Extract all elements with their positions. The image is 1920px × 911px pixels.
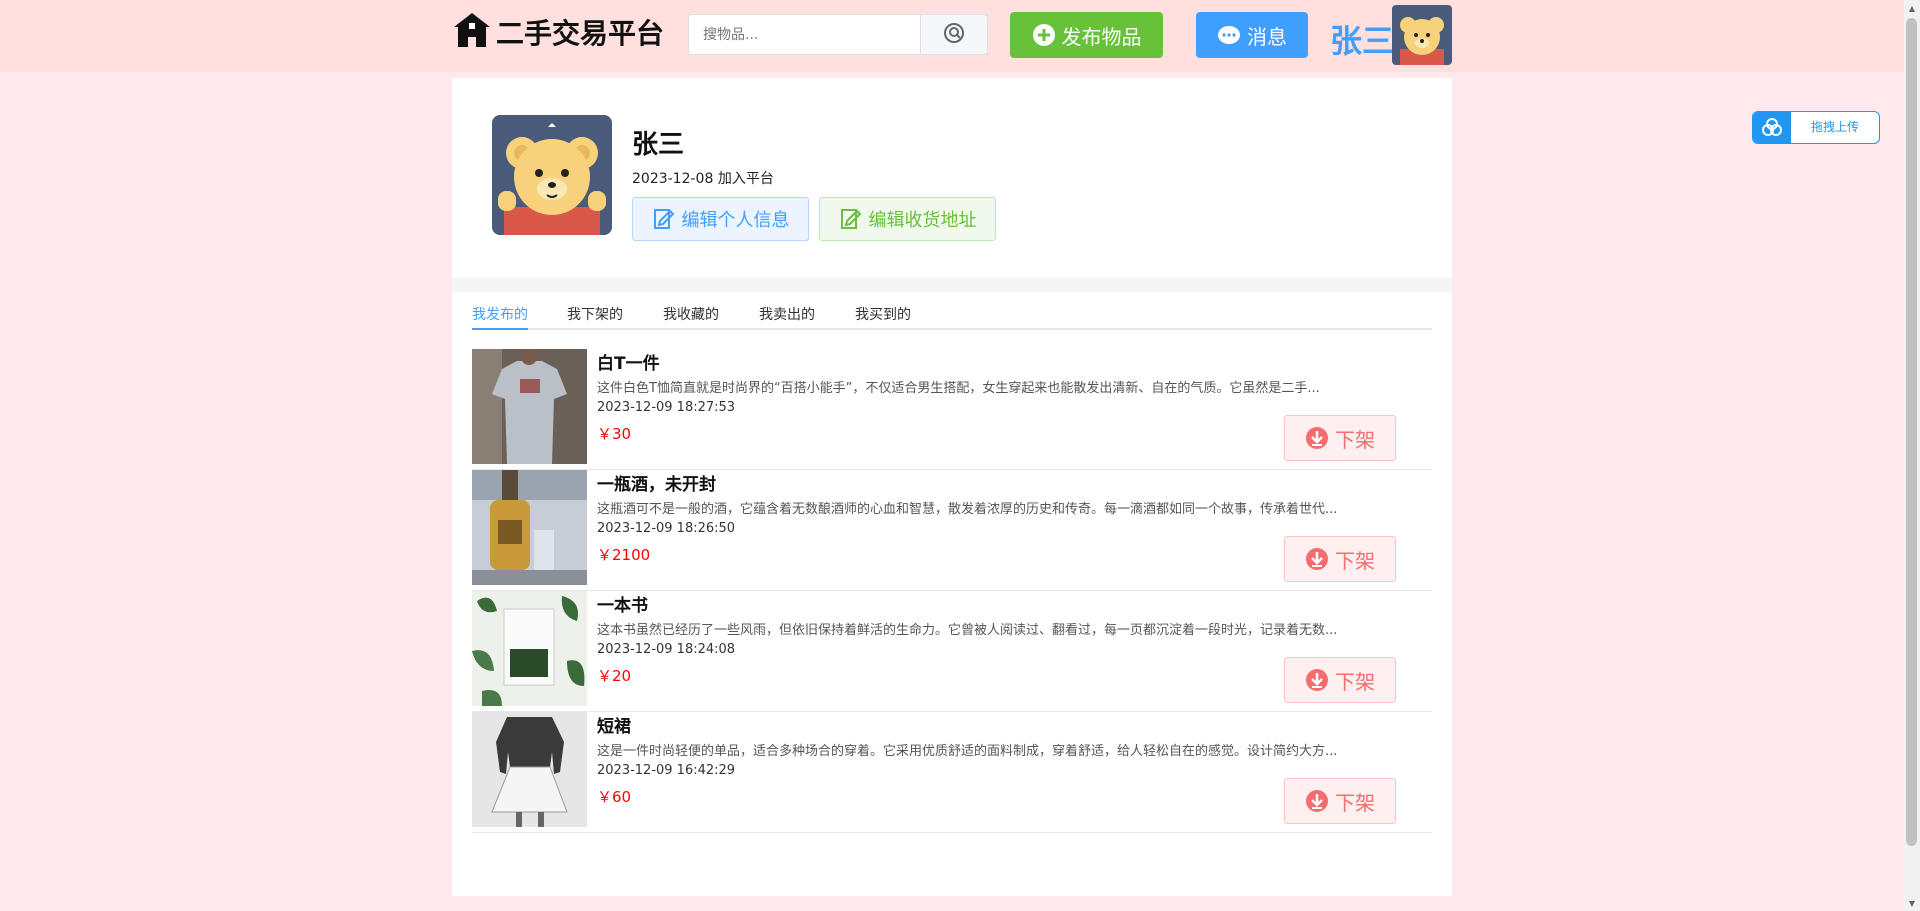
offshelf-button[interactable]: 下架 (1284, 536, 1396, 582)
item-image[interactable] (472, 712, 587, 827)
edit-profile-button[interactable]: 编辑个人信息 (632, 197, 809, 241)
profile-name: 张三 (632, 130, 685, 160)
publish-item-button[interactable]: 发布物品 (1010, 12, 1163, 58)
item-description: 这本书虽然已经历了一些风雨，但依旧保持着鲜活的生命力。它曾被人阅读过、翻看过，每… (597, 623, 1338, 638)
download-arrow-icon (1305, 426, 1329, 450)
item-time: 2023-12-09 18:27:53 (597, 400, 736, 415)
item-title[interactable]: 一瓶酒，未开封 (597, 470, 716, 495)
chat-icon (1217, 24, 1241, 46)
list-item[interactable]: 白T一件 这件白色T恤简直就是时尚界的“百搭小能手”，不仅适合男生搭配，女生穿起… (472, 349, 1432, 470)
search-icon (942, 21, 966, 49)
profile-section: 张三 2023-12-08 加入平台 编辑个人信息 编辑收货地址 (452, 78, 1452, 278)
offshelf-label: 下架 (1335, 548, 1375, 573)
join-date: 2023-12-08 加入平台 (632, 168, 774, 188)
edit-address-button[interactable]: 编辑收货地址 (819, 197, 996, 241)
edit-profile-label: 编辑个人信息 (681, 210, 790, 231)
item-title[interactable]: 短裙 (597, 712, 631, 737)
item-description: 这瓶酒可不是一般的酒，它蕴含着无数酿酒师的心血和智慧，散发着浓厚的历史和传奇。每… (597, 502, 1338, 517)
upload-label: 拖拽上传 (1810, 120, 1859, 134)
edit-address-label: 编辑收货地址 (868, 210, 977, 231)
download-arrow-icon (1305, 668, 1329, 692)
main-content: 张三 2023-12-08 加入平台 编辑个人信息 编辑收货地址 我发布的 我下… (452, 78, 1452, 896)
item-price: ￥30 (597, 425, 632, 443)
tab-favorites[interactable]: 我收藏的 (663, 304, 719, 324)
item-description: 这是一件时尚轻便的单品，适合多种场合的穿着。它采用优质舒适的面料制成，穿着舒适，… (597, 744, 1338, 759)
edit-document-icon (652, 207, 676, 231)
offshelf-button[interactable]: 下架 (1284, 415, 1396, 461)
download-arrow-icon (1305, 789, 1329, 813)
top-header: 二手交易平台 发布物品 消息 张三 (0, 0, 1904, 72)
header-avatar[interactable] (1392, 5, 1452, 65)
offshelf-label: 下架 (1335, 427, 1375, 452)
offshelf-label: 下架 (1335, 790, 1375, 815)
offshelf-label: 下架 (1335, 669, 1375, 694)
tab-offshelf[interactable]: 我下架的 (567, 304, 623, 324)
header-username[interactable]: 张三 (1330, 16, 1394, 62)
search-button[interactable] (920, 14, 988, 55)
scrollbar-thumb[interactable] (1906, 18, 1917, 846)
logo-text: 二手交易平台 (496, 17, 665, 50)
list-item[interactable]: 一本书 这本书虽然已经历了一些风雨，但依旧保持着鲜活的生命力。它曾被人阅读过、翻… (472, 591, 1432, 712)
item-time: 2023-12-09 18:24:08 (597, 642, 736, 657)
tab-sold[interactable]: 我卖出的 (759, 304, 815, 324)
tab-bought[interactable]: 我买到的 (855, 304, 911, 324)
item-price: ￥60 (597, 788, 632, 806)
offshelf-button[interactable]: 下架 (1284, 778, 1396, 824)
publish-label: 发布物品 (1061, 24, 1142, 49)
edit-document-icon (839, 207, 863, 231)
drag-upload-widget[interactable]: 拖拽上传 (1752, 111, 1880, 144)
item-price: ￥20 (597, 667, 632, 685)
tab-bar: 我发布的 我下架的 我收藏的 我卖出的 我买到的 (472, 292, 1432, 330)
active-tab-indicator (472, 328, 528, 330)
site-logo[interactable]: 二手交易平台 (452, 12, 664, 52)
item-time: 2023-12-09 16:42:29 (597, 763, 736, 778)
cloud-upload-icon (1753, 112, 1791, 143)
plus-circle-icon (1032, 23, 1056, 47)
item-image[interactable] (472, 470, 587, 585)
item-image[interactable] (472, 591, 587, 706)
section-divider (452, 278, 1452, 292)
list-item[interactable]: 一瓶酒，未开封 这瓶酒可不是一般的酒，它蕴含着无数酿酒师的心血和智慧，散发着浓厚… (472, 470, 1432, 591)
messages-label: 消息 (1247, 24, 1287, 49)
scroll-up-arrow-icon[interactable]: ▲ (1904, 0, 1920, 16)
offshelf-button[interactable]: 下架 (1284, 657, 1396, 703)
scroll-down-arrow-icon[interactable]: ▼ (1904, 895, 1920, 911)
item-title[interactable]: 一本书 (597, 591, 648, 616)
item-image[interactable] (472, 349, 587, 464)
download-arrow-icon (1305, 547, 1329, 571)
join-date-value: 2023-12-08 (632, 171, 714, 187)
item-title[interactable]: 白T一件 (597, 349, 660, 374)
profile-avatar[interactable] (492, 115, 612, 235)
house-icon (452, 11, 492, 53)
messages-button[interactable]: 消息 (1196, 12, 1308, 58)
item-time: 2023-12-09 18:26:50 (597, 521, 736, 536)
item-price: ￥2100 (597, 546, 651, 564)
item-description: 这件白色T恤简直就是时尚界的“百搭小能手”，不仅适合男生搭配，女生穿起来也能散发… (597, 381, 1320, 396)
join-date-suffix: 加入平台 (717, 171, 774, 187)
list-item[interactable]: 短裙 这是一件时尚轻便的单品，适合多种场合的穿着。它采用优质舒适的面料制成，穿着… (472, 712, 1432, 833)
tab-published[interactable]: 我发布的 (472, 304, 528, 324)
